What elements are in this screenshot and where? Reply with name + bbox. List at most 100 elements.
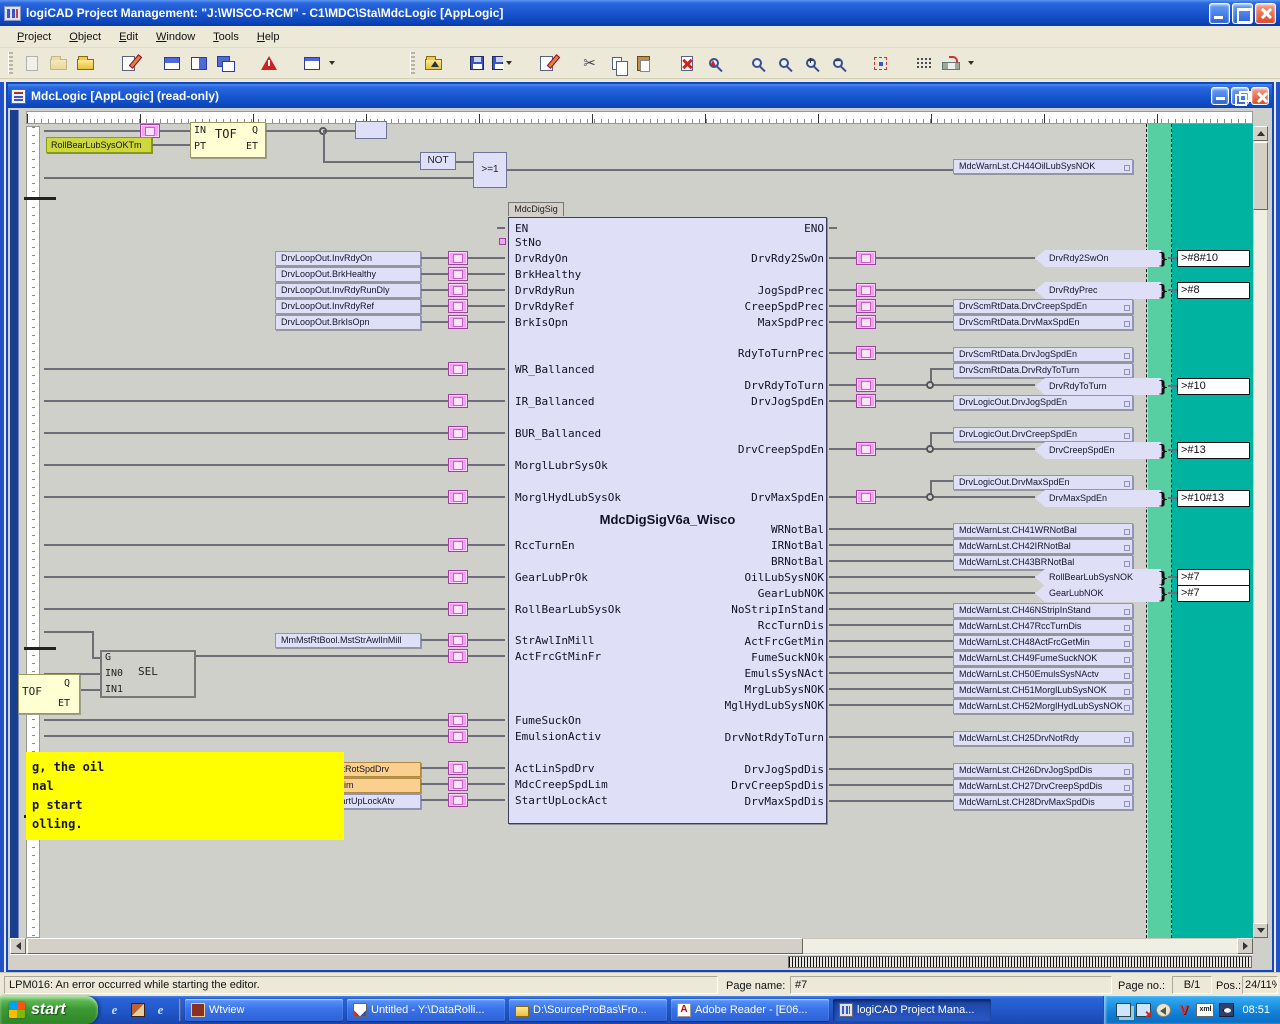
connector[interactable] [448,793,468,807]
start-button[interactable]: start [0,996,98,1024]
output-flag[interactable]: RollBearLubSysNOK [1035,569,1161,586]
var-label[interactable]: MdcWarnLst.CH46NStripInStand [953,603,1133,618]
var-label[interactable]: MdcWarnLst.CH47RccTurnDis [953,619,1133,634]
var-label[interactable]: MdcWarnLst.CH28DrvMaxSpdDis [953,795,1133,810]
taskbar-button-wtview[interactable]: Wtview [185,999,343,1021]
taskbar-button-adobe[interactable]: A Adobe Reader - [E06... [671,999,829,1021]
page-ref-value[interactable]: >#7 [1177,585,1250,602]
connector[interactable] [448,299,468,313]
connector[interactable] [448,713,468,727]
not-gate[interactable]: NOT [420,152,456,170]
scroll-left-button[interactable] [10,938,26,954]
diagram-canvas[interactable]: RollBearLubSysOKTm IN PT Q ET TOF NOT >=… [0,0,1280,1024]
output-flag[interactable]: DrvRdy2SwOn [1035,250,1161,267]
var-label[interactable]: MdcWarnLst.CH51MorglLubSysNOK [953,683,1133,698]
var-label[interactable]: MdcWarnLst.CH27DrvCreepSpdDis [953,779,1133,794]
viewer-icon[interactable] [1219,1003,1234,1017]
scroll-down-button[interactable] [1253,923,1268,938]
or-gate[interactable]: >=1 [473,152,507,188]
output-label[interactable]: MdcWarnLst.CH44OilLubSysNOK [953,159,1133,174]
var-label[interactable]: DrvLoopOut.BrkIsOpn [275,315,421,330]
connector[interactable] [448,458,468,472]
var-label[interactable]: MdcWarnLst.CH26DrvJogSpdDis [953,763,1133,778]
var-label[interactable]: MdcWarnLst.CH42IRNotBal [953,539,1133,554]
page-ref-value[interactable]: >#13 [1177,442,1250,459]
page-ref-value[interactable]: >#8#10 [1177,250,1250,267]
contact-label[interactable]: RollBearLubSysOKTm [46,137,152,153]
taskbar-button-logicad[interactable]: logiCAD Project Mana... [833,999,991,1021]
var-label[interactable]: DrvScmRtData.DrvCreepSpdEn [953,299,1133,314]
var-label[interactable]: DrvLoopOut.BrkHealthy [275,267,421,282]
connector[interactable] [448,315,468,329]
var-label[interactable]: MdcWarnLst.CH25DrvNotRdy [953,731,1133,746]
vertical-scrollbar[interactable] [1253,126,1268,938]
var-label[interactable]: DrvScmRtData.DrvMaxSpdEn [953,315,1133,330]
xml-tool-icon[interactable]: xml [1196,1003,1214,1017]
taskbar-button-untitled[interactable]: Untitled - Y:\DataRolli... [347,999,505,1021]
connector[interactable] [448,490,468,504]
page-index-ticks[interactable] [788,956,1252,968]
connector[interactable] [448,729,468,743]
network-disconnected-icon[interactable] [1136,1003,1151,1017]
connector[interactable] [856,490,876,504]
var-label[interactable]: DrvLoopOut.InvRdyOn [275,251,421,266]
network-icon[interactable] [1116,1003,1131,1017]
connector[interactable] [856,251,876,265]
var-label[interactable]: MmMstRtBool.MstStrAwlInMill [275,633,421,648]
var-label[interactable]: DrvLogicOut.DrvCreepSpdEn [953,427,1133,442]
connector[interactable] [856,442,876,456]
var-label[interactable]: DrvLoopOut.InvRdyRunDly [275,283,421,298]
output-flag[interactable]: DrvRdyPrec [1035,282,1161,299]
connector[interactable] [448,777,468,791]
scroll-up-button[interactable] [1253,126,1268,141]
connector[interactable] [448,394,468,408]
var-label[interactable]: MdcWarnLst.CH41WRNotBal [953,523,1133,538]
var-label[interactable]: MdcWarnLst.CH50EmulsSysNActv [953,667,1133,682]
page-ref-value[interactable]: >#10#13 [1177,490,1250,507]
internet-explorer-icon[interactable]: e [106,1002,123,1019]
var-label[interactable]: DrvScmRtData.DrvJogSpdEn [953,347,1133,362]
connector[interactable] [448,538,468,552]
connector[interactable] [448,602,468,616]
page-ref-value[interactable]: >#8 [1177,282,1250,299]
connector[interactable] [448,570,468,584]
connector[interactable] [448,649,468,663]
horizontal-scroll-thumb[interactable] [27,938,803,954]
connector[interactable] [856,315,876,329]
connector[interactable] [448,761,468,775]
empty-box[interactable] [355,121,387,139]
output-flag[interactable]: DrvMaxSpdEn [1035,490,1161,507]
scroll-right-button[interactable] [1237,938,1253,954]
vertical-scroll-thumb[interactable] [1253,142,1268,210]
comment-note[interactable]: g, the oil nal p start olling. [26,752,344,840]
var-label[interactable]: MdcWarnLst.CH43BRNotBal [953,555,1133,570]
connector[interactable] [856,378,876,392]
connector[interactable] [448,426,468,440]
page-ref-value[interactable]: >#7 [1177,569,1250,586]
internet-explorer-icon-2[interactable]: e [152,1002,169,1019]
connector[interactable] [448,633,468,647]
paint-app-icon[interactable] [129,1002,146,1019]
var-label[interactable]: DrvLogicOut.DrvMaxSpdEn [953,475,1133,490]
var-label[interactable]: MdcWarnLst.CH49FumeSuckNOK [953,651,1133,666]
connector[interactable] [448,267,468,281]
taskbar-button-explorer[interactable]: D:\SourceProBas\Fro... [509,999,667,1021]
connector[interactable] [856,346,876,360]
connector[interactable] [856,394,876,408]
var-label[interactable]: DrvLoopOut.InvRdyRef [275,299,421,314]
connector[interactable] [856,299,876,313]
antivirus-icon[interactable]: V [1176,1003,1191,1017]
page-ref-value[interactable]: >#10 [1177,378,1250,395]
fb-tab[interactable]: MdcDigSig [508,202,564,216]
output-flag[interactable]: GearLubNOK [1035,585,1161,602]
connector[interactable] [856,283,876,297]
var-label[interactable]: MdcWarnLst.CH52MorglHydLubSysNOK [953,699,1133,714]
volume-icon[interactable] [1156,1003,1171,1017]
connector[interactable] [448,362,468,376]
output-flag[interactable]: DrvRdyToTurn [1035,378,1161,395]
var-label[interactable]: MdcWarnLst.CH48ActFrcGetMin [953,635,1133,650]
var-label[interactable]: DrvLogicOut.DrvJogSpdEn [953,395,1133,410]
connector[interactable] [140,124,160,138]
var-label[interactable]: DrvScmRtData.DrvRdyToTurn [953,363,1133,378]
connector[interactable] [448,283,468,297]
